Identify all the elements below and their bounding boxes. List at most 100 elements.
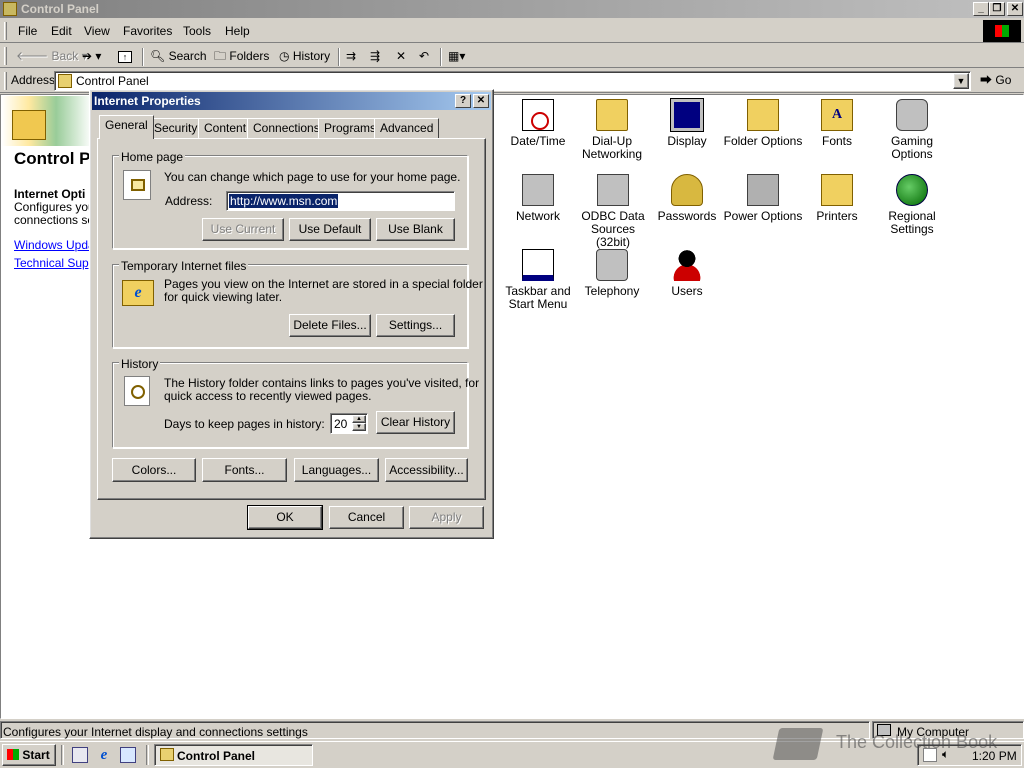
accessibility-button[interactable]: Accessibility... xyxy=(385,458,468,482)
control-panel-item[interactable]: Taskbar and Start Menu xyxy=(499,249,577,311)
spinner-down-button[interactable]: ▼ xyxy=(352,423,366,431)
icon-label: Date/Time xyxy=(510,134,566,148)
fonts-folder-icon: A xyxy=(821,99,853,131)
apply-button[interactable]: Apply xyxy=(409,506,484,529)
dialog-titlebar: Internet Properties ? ✕ xyxy=(92,92,491,110)
menu-tools[interactable]: Tools xyxy=(183,24,211,38)
undo-button[interactable]: ↶ xyxy=(419,47,429,67)
icon-label-2: Options xyxy=(891,147,933,161)
search-button[interactable]: 🔍︎ Search xyxy=(150,47,207,67)
control-panel-item[interactable]: Network xyxy=(499,174,577,223)
control-panel-item[interactable]: Display xyxy=(648,98,726,148)
spinner-down-icon: ▼ xyxy=(356,424,362,430)
go-button[interactable]: ⮕ Go xyxy=(980,72,1011,90)
undo-icon: ↶ xyxy=(419,49,430,63)
watermark: The Collection Book xyxy=(772,722,1016,766)
control-panel-item[interactable]: Power Options xyxy=(723,174,803,223)
history-clock-icon xyxy=(131,385,145,399)
menu-edit[interactable]: Edit xyxy=(51,24,72,38)
languages-button[interactable]: Languages... xyxy=(294,458,379,482)
address-dropdown-button[interactable]: ▼ xyxy=(953,73,969,89)
addressbar-grip xyxy=(4,72,7,90)
menubar-grip xyxy=(4,22,7,40)
ie-e-icon: e xyxy=(134,284,142,301)
toolbar-grip xyxy=(4,47,7,65)
address-combobox[interactable]: Control Panel ▼ xyxy=(54,71,971,91)
history-label: History xyxy=(292,49,331,63)
address-value: Control Panel xyxy=(76,74,149,88)
control-panel-item[interactable]: A Fonts xyxy=(798,99,876,148)
history-button[interactable]: ◷ History xyxy=(279,47,330,67)
views-grid-icon: ▦ xyxy=(448,49,460,63)
icon-label-2: Sources (32bit) xyxy=(590,222,636,249)
dialog-help-button[interactable]: ? xyxy=(455,94,471,108)
views-button[interactable]: ▦▾ xyxy=(448,47,465,67)
house-page-icon xyxy=(123,170,151,200)
tab-general[interactable]: General xyxy=(99,115,154,139)
control-panel-item[interactable]: Passwords xyxy=(648,174,726,223)
copy-to-button[interactable]: ⇶ xyxy=(370,47,380,67)
delete-button[interactable]: ✕ xyxy=(396,47,406,67)
minimize-button[interactable]: _ xyxy=(973,2,989,16)
days-value: 20 xyxy=(334,417,348,431)
clear-history-button[interactable]: Clear History xyxy=(376,411,455,434)
windows-update-link[interactable]: Windows Updat xyxy=(14,238,98,252)
colors-button[interactable]: Colors... xyxy=(112,458,196,482)
history-text-2: quick access to recently viewed pages. xyxy=(164,389,372,403)
menu-favorites[interactable]: Favorites xyxy=(123,24,172,38)
days-spinner-input[interactable]: 20 ▲ ▼ xyxy=(330,413,368,434)
address-field-label: Address: xyxy=(165,194,213,208)
control-panel-item[interactable]: ODBC Data Sources (32bit) xyxy=(573,174,653,249)
restore-button[interactable]: ❐ xyxy=(989,2,1005,16)
control-panel-item[interactable]: Telephony xyxy=(573,249,651,298)
control-panel-item[interactable]: Date/Time xyxy=(499,99,577,148)
status-text-panel: Configures your Internet display and con… xyxy=(0,721,870,739)
control-panel-item[interactable]: Regional Settings xyxy=(873,174,951,236)
cancel-button[interactable]: Cancel xyxy=(329,506,404,529)
back-button[interactable]: 🡐 Back ▾ xyxy=(16,47,88,67)
delete-files-button[interactable]: Delete Files... xyxy=(289,314,371,337)
menu-view[interactable]: View xyxy=(84,24,110,38)
tab-content[interactable]: Content xyxy=(198,118,253,138)
control-panel-small-icon xyxy=(58,74,72,88)
tab-security[interactable]: Security xyxy=(148,118,204,138)
delete-x-icon: ✕ xyxy=(396,49,407,63)
move-to-button[interactable]: ⇉ xyxy=(346,47,356,67)
show-desktop-button[interactable] xyxy=(72,747,88,763)
battery-plug-icon xyxy=(747,174,779,206)
monitor-icon xyxy=(670,98,704,132)
window-title: Control Panel xyxy=(21,2,100,16)
start-button[interactable]: Start xyxy=(2,744,56,766)
printers-folder-icon xyxy=(821,174,853,206)
settings-button[interactable]: Settings... xyxy=(376,314,455,337)
menu-file[interactable]: File xyxy=(18,24,37,38)
taskbar-task-control-panel[interactable]: Control Panel xyxy=(154,744,313,766)
fonts-button[interactable]: Fonts... xyxy=(202,458,287,482)
internet-explorer-quicklaunch[interactable]: e xyxy=(96,747,112,763)
spinner-up-button[interactable]: ▲ xyxy=(352,415,366,423)
up-folder-button[interactable]: ↑ xyxy=(118,47,132,67)
forward-button[interactable]: ➔ ▾ xyxy=(82,47,101,67)
control-panel-item[interactable]: Folder Options xyxy=(723,99,803,148)
folders-button[interactable]: 🗀 Folders xyxy=(214,47,269,67)
close-button[interactable]: ✕ xyxy=(1007,2,1023,16)
tab-advanced[interactable]: Advanced xyxy=(374,118,440,138)
ok-button[interactable]: OK xyxy=(247,505,323,530)
use-blank-button[interactable]: Use Blank xyxy=(376,218,455,241)
control-panel-item[interactable]: Printers xyxy=(798,174,876,223)
temp-files-text-2: for quick viewing later. xyxy=(164,290,283,304)
outlook-express-quicklaunch[interactable] xyxy=(120,747,136,763)
icon-label-2: Start Menu xyxy=(508,297,568,311)
use-default-button[interactable]: Use Default xyxy=(289,218,371,241)
tab-connections[interactable]: Connections xyxy=(247,118,326,138)
folders-icon: 🗀 xyxy=(214,49,227,63)
dialog-close-button[interactable]: ✕ xyxy=(473,94,489,108)
tab-programs[interactable]: Programs xyxy=(318,118,383,138)
homepage-address-input[interactable]: http://www.msn.com xyxy=(226,191,455,211)
menu-help[interactable]: Help xyxy=(225,24,250,38)
windows-flag-icon xyxy=(7,749,19,760)
use-current-button[interactable]: Use Current xyxy=(202,218,284,241)
control-panel-item[interactable]: Gaming Options xyxy=(873,99,951,161)
control-panel-item[interactable]: Users xyxy=(648,249,726,298)
control-panel-item[interactable]: Dial-Up Networking xyxy=(573,99,651,161)
